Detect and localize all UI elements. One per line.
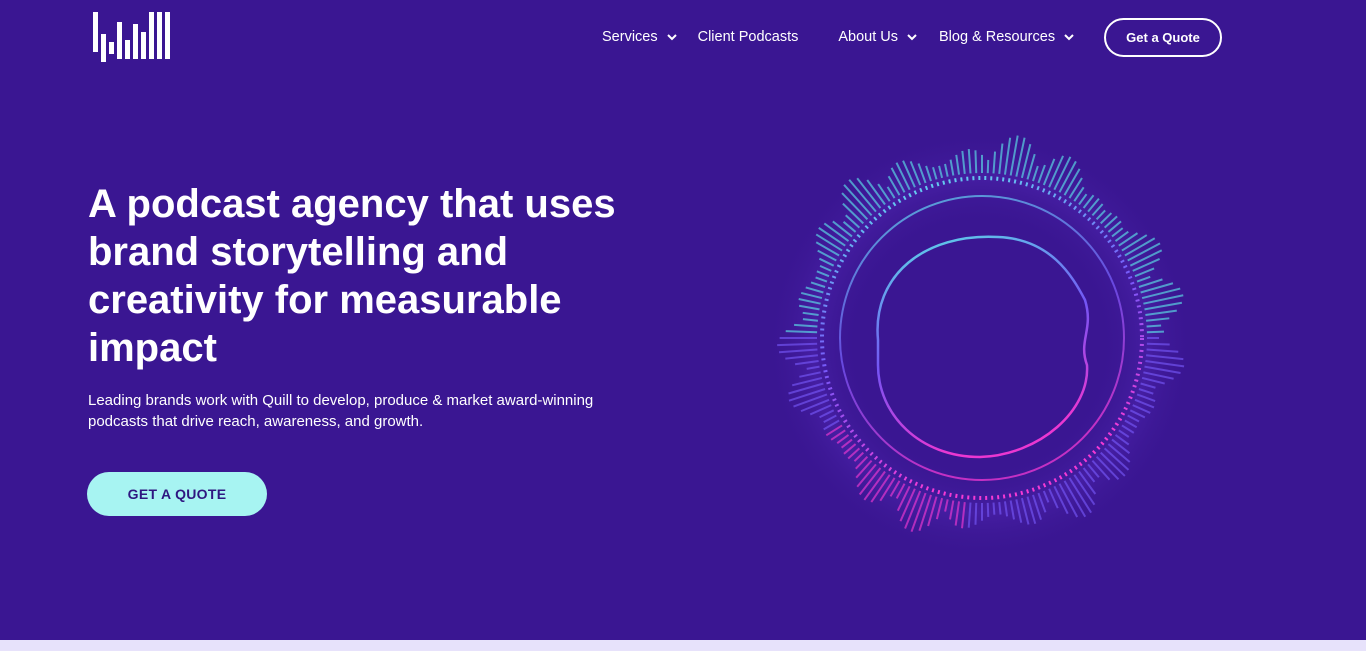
nav-label: About Us — [838, 29, 899, 45]
wave-ray — [1146, 324, 1162, 328]
wave-ray — [992, 502, 996, 515]
chevron-down-icon — [666, 34, 677, 41]
hero-section: Services Client Podcasts About Us Blog &… — [0, 0, 1366, 640]
main-nav: Services Client Podcasts About Us Blog &… — [602, 18, 1075, 56]
nav-item-client-podcasts[interactable]: Client Podcasts — [698, 29, 799, 45]
chevron-down-icon — [907, 34, 917, 41]
chevron-down-icon — [1064, 34, 1074, 41]
wave-ray — [1146, 330, 1165, 334]
nav-label: Blog & Resources — [939, 29, 1056, 45]
quill-logo[interactable] — [92, 12, 172, 62]
nav-item-about-us[interactable]: About Us — [838, 29, 918, 45]
nav-item-services[interactable]: Services — [602, 29, 678, 45]
hero-subtitle: Leading brands work with Quill to develo… — [88, 392, 594, 430]
hero-title: A podcast agency that uses brand storyte… — [88, 182, 616, 370]
nav-item-blog-resources[interactable]: Blog & Resources — [939, 29, 1075, 45]
get-a-quote-button[interactable]: Get a Quote — [1104, 18, 1222, 57]
nav-label: Services — [602, 29, 658, 45]
hero-get-a-quote-button[interactable]: GET A QUOTE — [87, 472, 267, 516]
nav-label: Client Podcasts — [697, 29, 799, 45]
wave-ray — [998, 501, 1002, 515]
wave-ray — [785, 330, 818, 334]
wave-ray — [777, 342, 818, 347]
logo-bars-icon — [93, 12, 170, 62]
wave-ray — [1146, 342, 1170, 346]
next-section-band — [0, 640, 1366, 651]
wave-ray — [974, 150, 978, 174]
sound-wave-ring-icon — [765, 130, 1195, 560]
wave-ray — [974, 502, 978, 525]
